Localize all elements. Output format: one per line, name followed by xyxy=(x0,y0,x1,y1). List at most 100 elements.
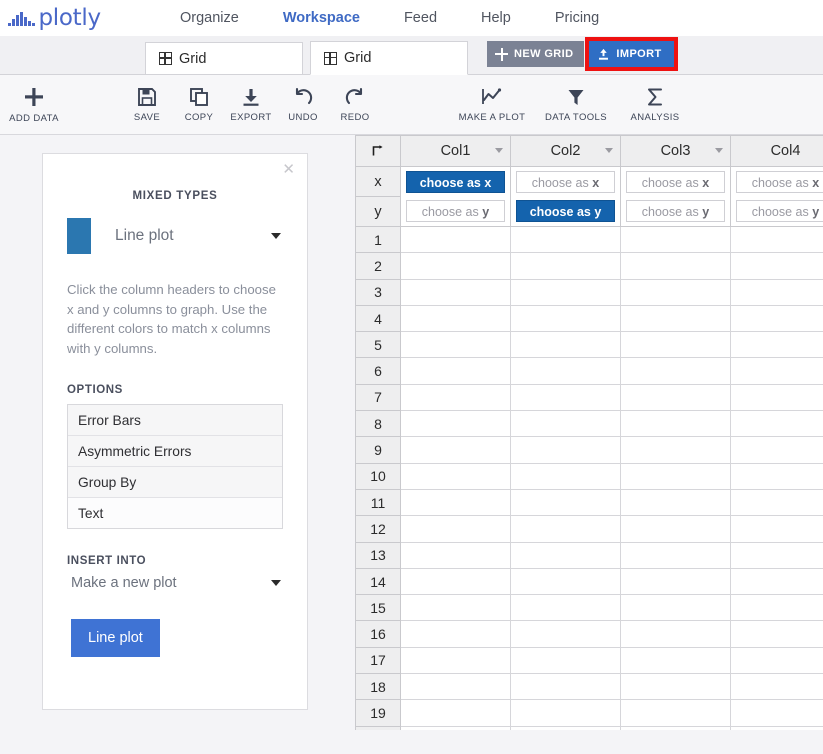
grid-cell[interactable] xyxy=(730,594,823,622)
grid-cell[interactable] xyxy=(730,410,823,438)
column-header-col4[interactable]: Col4 xyxy=(730,135,823,167)
grid-cell[interactable] xyxy=(400,304,511,333)
grid-cell[interactable] xyxy=(730,462,823,490)
grid-cell[interactable] xyxy=(510,383,621,412)
grid-cell[interactable] xyxy=(620,462,731,490)
grid-cell[interactable] xyxy=(730,620,823,648)
grid-cell[interactable] xyxy=(730,304,823,333)
grid-cell[interactable] xyxy=(400,699,511,727)
grid-cell[interactable] xyxy=(730,278,823,306)
grid-cell[interactable] xyxy=(400,725,511,730)
grid-cell[interactable] xyxy=(400,594,511,622)
grid-cell[interactable] xyxy=(620,331,731,359)
row-number[interactable]: 1 xyxy=(355,225,401,254)
choose-as-y-col4[interactable]: choose as y xyxy=(736,200,823,223)
row-number[interactable]: 5 xyxy=(355,331,401,359)
grid-cell[interactable] xyxy=(400,515,511,543)
grid-cell[interactable] xyxy=(400,646,511,675)
grid-cell[interactable] xyxy=(510,278,621,306)
grid-cell[interactable] xyxy=(400,331,511,359)
choose-as-x-col3[interactable]: choose as x xyxy=(626,170,725,193)
choose-as-y-col3[interactable]: choose as y xyxy=(626,200,725,223)
grid-cell[interactable] xyxy=(400,673,511,701)
grid-cell[interactable] xyxy=(510,304,621,333)
grid-cell[interactable] xyxy=(620,594,731,622)
grid-cell[interactable] xyxy=(400,225,511,254)
grid-cell[interactable] xyxy=(620,252,731,280)
row-number[interactable]: 3 xyxy=(355,278,401,306)
grid-cell[interactable] xyxy=(730,541,823,569)
row-number[interactable]: 8 xyxy=(355,410,401,438)
grid-cell[interactable] xyxy=(510,699,621,727)
toolbar-analysis[interactable]: ANALYSIS xyxy=(624,87,686,123)
grid-cell[interactable] xyxy=(620,488,731,517)
tab-grid-1[interactable]: Grid xyxy=(145,42,303,74)
column-header-col3[interactable]: Col3 xyxy=(620,135,731,167)
row-number[interactable]: 16 xyxy=(355,620,401,648)
plot-type-selector[interactable]: Line plot xyxy=(67,218,283,254)
chevron-down-icon[interactable] xyxy=(605,148,613,153)
grid-cell[interactable] xyxy=(620,225,731,254)
column-header-col2[interactable]: Col2 xyxy=(510,135,621,167)
row-number[interactable]: 10 xyxy=(355,462,401,490)
toolbar-copy[interactable]: COPY xyxy=(178,87,220,123)
nav-link-organize[interactable]: Organize xyxy=(158,10,261,26)
toolbar-undo[interactable]: UNDO xyxy=(282,87,324,123)
grid-corner-cell[interactable] xyxy=(355,135,401,167)
choose-as-x-col2[interactable]: choose as x xyxy=(516,170,615,193)
grid-cell[interactable] xyxy=(400,541,511,569)
close-icon[interactable]: ✕ xyxy=(282,162,295,177)
grid-cell[interactable] xyxy=(400,567,511,596)
option-asymmetric-errors[interactable]: Asymmetric Errors xyxy=(68,436,282,467)
row-number[interactable]: 12 xyxy=(355,515,401,543)
grid-cell[interactable] xyxy=(620,304,731,333)
grid-cell[interactable] xyxy=(730,436,823,464)
grid-cell[interactable] xyxy=(400,410,511,438)
grid-cell[interactable] xyxy=(620,357,731,385)
grid-cell[interactable] xyxy=(400,620,511,648)
grid-cell[interactable] xyxy=(730,646,823,675)
row-number[interactable]: 18 xyxy=(355,673,401,701)
grid-cell[interactable] xyxy=(510,594,621,622)
grid-cell[interactable] xyxy=(400,488,511,517)
row-number[interactable]: 20 xyxy=(355,725,401,730)
row-number[interactable]: 13 xyxy=(355,541,401,569)
chevron-down-icon[interactable] xyxy=(271,580,281,586)
chevron-down-icon[interactable] xyxy=(715,148,723,153)
grid-cell[interactable] xyxy=(730,252,823,280)
chevron-down-icon[interactable] xyxy=(495,148,503,153)
grid-cell[interactable] xyxy=(510,620,621,648)
chevron-down-icon[interactable] xyxy=(271,233,281,239)
grid-cell[interactable] xyxy=(730,331,823,359)
grid-cell[interactable] xyxy=(400,357,511,385)
toolbar-redo[interactable]: REDO xyxy=(334,87,376,123)
plot-color-swatch[interactable] xyxy=(67,218,91,254)
row-number[interactable]: 7 xyxy=(355,383,401,412)
grid-cell[interactable] xyxy=(620,699,731,727)
grid-cell[interactable] xyxy=(620,567,731,596)
grid-cell[interactable] xyxy=(400,252,511,280)
toolbar-export[interactable]: EXPORT xyxy=(230,87,272,123)
row-number[interactable]: 9 xyxy=(355,436,401,464)
grid-cell[interactable] xyxy=(730,567,823,596)
grid-cell[interactable] xyxy=(620,673,731,701)
toolbar-make-a-plot[interactable]: MAKE A PLOT xyxy=(456,87,528,123)
row-number[interactable]: 14 xyxy=(355,567,401,596)
row-number[interactable]: 2 xyxy=(355,252,401,280)
grid-cell[interactable] xyxy=(730,488,823,517)
grid-cell[interactable] xyxy=(620,646,731,675)
grid-cell[interactable] xyxy=(510,646,621,675)
grid-cell[interactable] xyxy=(400,462,511,490)
row-number[interactable]: 6 xyxy=(355,357,401,385)
row-number[interactable]: 15 xyxy=(355,594,401,622)
nav-link-pricing[interactable]: Pricing xyxy=(533,10,621,26)
grid-cell[interactable] xyxy=(400,436,511,464)
grid-cell[interactable] xyxy=(620,541,731,569)
grid-cell[interactable] xyxy=(510,331,621,359)
grid-cell[interactable] xyxy=(510,225,621,254)
new-grid-button[interactable]: NEW GRID xyxy=(487,41,585,67)
grid-cell[interactable] xyxy=(400,278,511,306)
grid-cell[interactable] xyxy=(510,462,621,490)
grid-cell[interactable] xyxy=(400,383,511,412)
grid-cell[interactable] xyxy=(620,725,731,730)
